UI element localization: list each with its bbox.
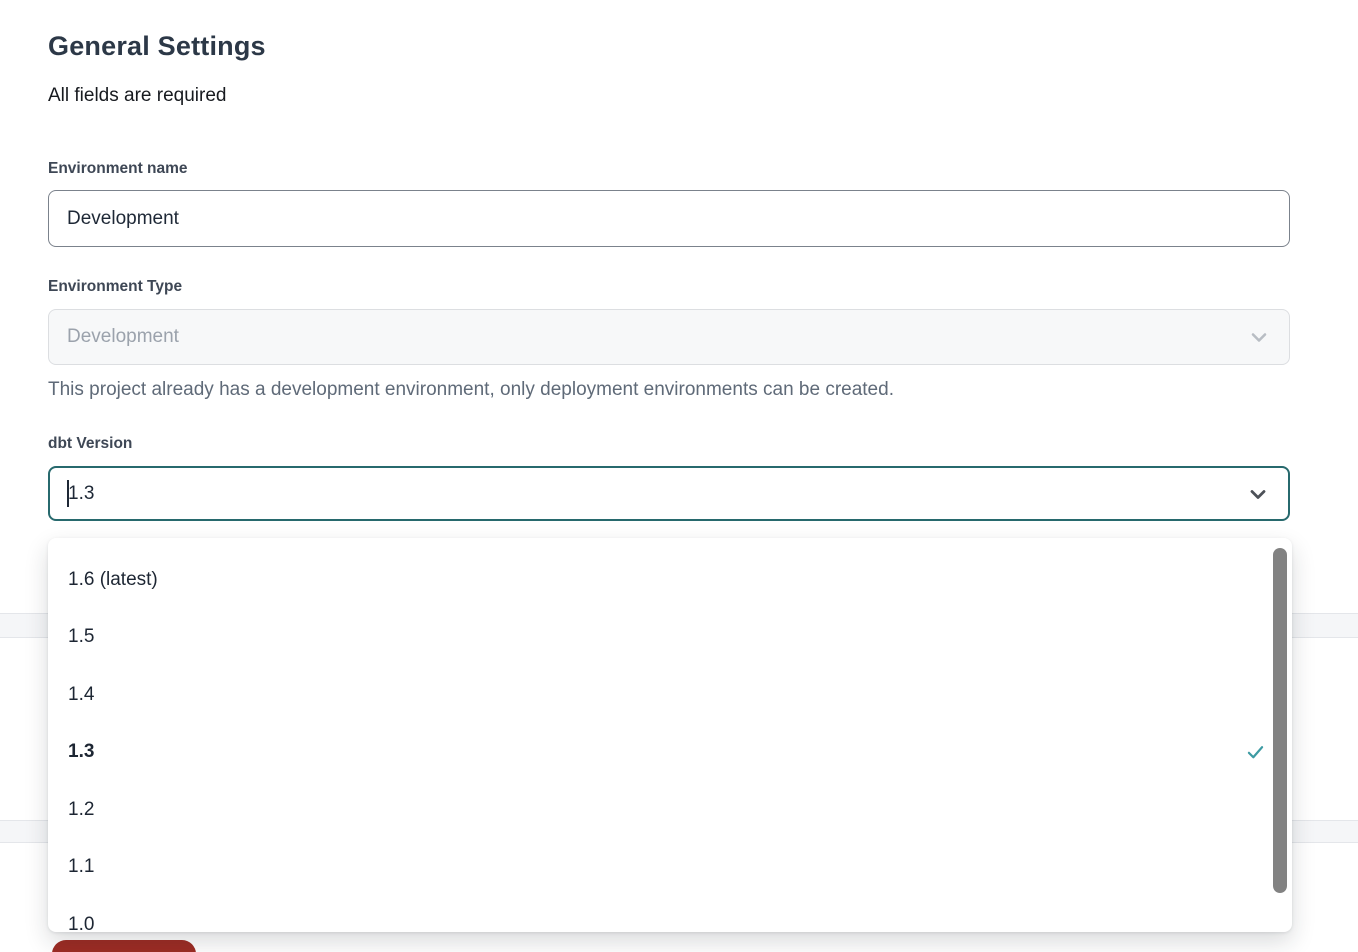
option-label: 1.4	[68, 684, 94, 706]
environment-type-label: Environment Type	[48, 278, 182, 296]
environment-type-select: Development	[48, 309, 1290, 365]
page-title: General Settings	[48, 31, 266, 62]
dropdown-option[interactable]: 1.6 (latest)	[48, 551, 1292, 609]
option-label: 1.6 (latest)	[68, 569, 158, 591]
option-label: 1.3	[68, 741, 94, 763]
dbt-version-combobox[interactable]: 1.3	[48, 466, 1290, 521]
environment-type-value: Development	[67, 326, 179, 348]
dropdown-option[interactable]: 1.4	[48, 666, 1292, 724]
option-label: 1.5	[68, 626, 94, 648]
dropdown-option[interactable]: 1.0	[48, 896, 1292, 932]
environment-type-helper: This project already has a development e…	[48, 379, 1148, 401]
dbt-version-dropdown: 1.6 (latest) 1.5 1.4 1.3 1.2 1.1 1.0	[48, 538, 1292, 932]
option-label: 1.2	[68, 799, 94, 821]
dbt-version-label: dbt Version	[48, 435, 132, 453]
environment-name-label: Environment name	[48, 160, 188, 178]
dropdown-option[interactable]: 1.1	[48, 839, 1292, 897]
chevron-down-icon	[1246, 482, 1270, 506]
environment-settings-page: General Settings All fields are required…	[0, 0, 1358, 952]
option-label: 1.0	[68, 914, 94, 932]
check-icon	[1245, 742, 1266, 763]
dbt-version-value: 1.3	[68, 483, 94, 505]
delete-button-partial[interactable]	[52, 940, 196, 952]
page-subtitle: All fields are required	[48, 85, 226, 107]
dropdown-scrollbar-thumb[interactable]	[1273, 548, 1287, 893]
environment-name-input[interactable]	[48, 190, 1290, 247]
dropdown-option-selected[interactable]: 1.3	[48, 724, 1292, 782]
option-label: 1.1	[68, 856, 94, 878]
chevron-down-icon	[1247, 325, 1271, 349]
dropdown-option[interactable]: 1.5	[48, 609, 1292, 667]
dropdown-option[interactable]: 1.2	[48, 781, 1292, 839]
dbt-version-option-list: 1.6 (latest) 1.5 1.4 1.3 1.2 1.1 1.0	[48, 538, 1292, 932]
